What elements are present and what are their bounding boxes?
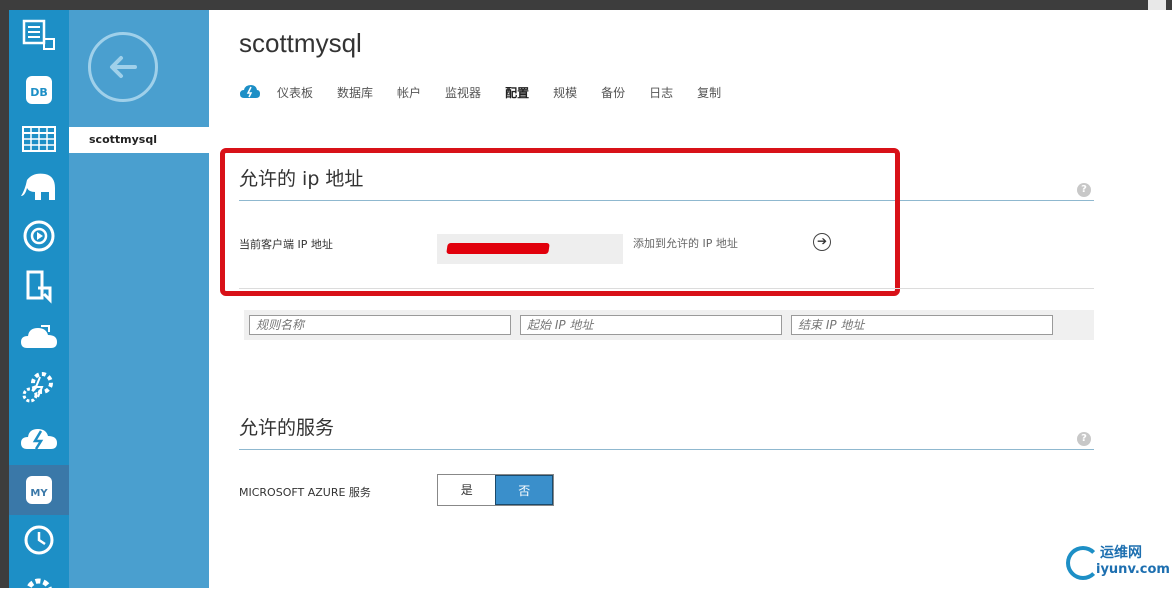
cloud-services-icon (21, 325, 57, 348)
azure-services-toggle: 是 否 (437, 474, 554, 506)
toggle-yes-button[interactable]: 是 (438, 475, 496, 505)
rail-item-mobile[interactable] (9, 262, 69, 312)
red-highlight-annotation (220, 148, 900, 296)
rule-name-input[interactable] (249, 315, 511, 335)
scheduler-clock-icon (24, 525, 54, 555)
main-content: scottmysql 仪表板 数据库 帐户 监视器 配置 规模 备份 日志 复制… (209, 10, 1172, 588)
rail-item-mysql[interactable]: MY (9, 465, 69, 515)
toggle-no-button[interactable]: 否 (495, 475, 553, 505)
tab-bar: 仪表板 数据库 帐户 监视器 配置 规模 备份 日志 复制 (239, 82, 745, 102)
rail-item-hdinsight[interactable] (9, 162, 69, 212)
tab-scale[interactable]: 规模 (553, 84, 577, 101)
watermark-url-text: iyunv.com (1096, 562, 1170, 577)
watermark-cn-text: 运维网 (1100, 545, 1142, 561)
media-services-icon (23, 220, 55, 252)
hdinsight-elephant-icon (21, 173, 55, 200)
resource-subnav: scottmysql (69, 10, 209, 588)
top-bar (0, 0, 1172, 10)
ip-rules-separator (239, 288, 1094, 289)
rail-item-cloud-services[interactable] (9, 312, 69, 362)
tab-dashboard[interactable]: 仪表板 (277, 84, 313, 101)
db-icon-label: DB (30, 86, 48, 99)
rail-item-storage[interactable] (9, 114, 69, 164)
end-ip-input[interactable] (791, 315, 1053, 335)
table-icon (22, 126, 56, 152)
tab-configure[interactable]: 配置 (505, 84, 529, 101)
settings-gear-icon (25, 578, 53, 604)
quickstart-cloud-icon[interactable] (239, 84, 261, 100)
back-button[interactable] (88, 32, 158, 102)
window-edge (0, 10, 9, 588)
tab-replication[interactable]: 复制 (697, 84, 721, 101)
rail-item-all-items[interactable] (9, 10, 69, 60)
service-rail: DB MY (9, 10, 69, 604)
back-arrow-icon (110, 56, 137, 78)
list-icon (22, 19, 55, 50)
rail-item-scheduler[interactable] (9, 515, 69, 565)
rail-item-media[interactable] (9, 211, 69, 261)
tab-databases[interactable]: 数据库 (337, 84, 373, 101)
watermark-logo: 运维网 iyunv.com (1066, 542, 1170, 582)
top-right-icon[interactable] (1148, 0, 1166, 10)
tab-logs[interactable]: 日志 (649, 84, 673, 101)
mobile-services-icon (26, 270, 52, 304)
mysql-icon-label: MY (30, 488, 48, 499)
azure-services-label: MICROSOFT AZURE 服务 (239, 486, 371, 499)
tab-backup[interactable]: 备份 (601, 84, 625, 101)
gear-icon (22, 372, 53, 403)
tab-account[interactable]: 帐户 (397, 84, 421, 101)
rail-item-service-bus[interactable] (9, 413, 69, 463)
start-ip-input[interactable] (520, 315, 782, 335)
allowed-services-help-icon[interactable]: ? (1077, 432, 1091, 446)
cloud-lightning-icon (21, 429, 57, 450)
ip-rule-row (244, 310, 1094, 340)
rail-item-settings[interactable] (9, 562, 69, 612)
allowed-services-section-title: 允许的服务 (239, 417, 335, 439)
tab-monitor[interactable]: 监视器 (445, 84, 481, 101)
allowed-ip-help-icon[interactable]: ? (1077, 183, 1091, 197)
mysql-icon: MY (26, 476, 52, 504)
watermark-swoosh-icon (1066, 546, 1100, 580)
rail-item-databases[interactable]: DB (9, 65, 69, 115)
allowed-services-divider (239, 449, 1094, 450)
subnav-item-scottmysql[interactable]: scottmysql (69, 127, 209, 153)
db-icon: DB (26, 76, 52, 104)
page-title: scottmysql (239, 28, 362, 58)
rail-item-automation[interactable] (9, 362, 69, 412)
